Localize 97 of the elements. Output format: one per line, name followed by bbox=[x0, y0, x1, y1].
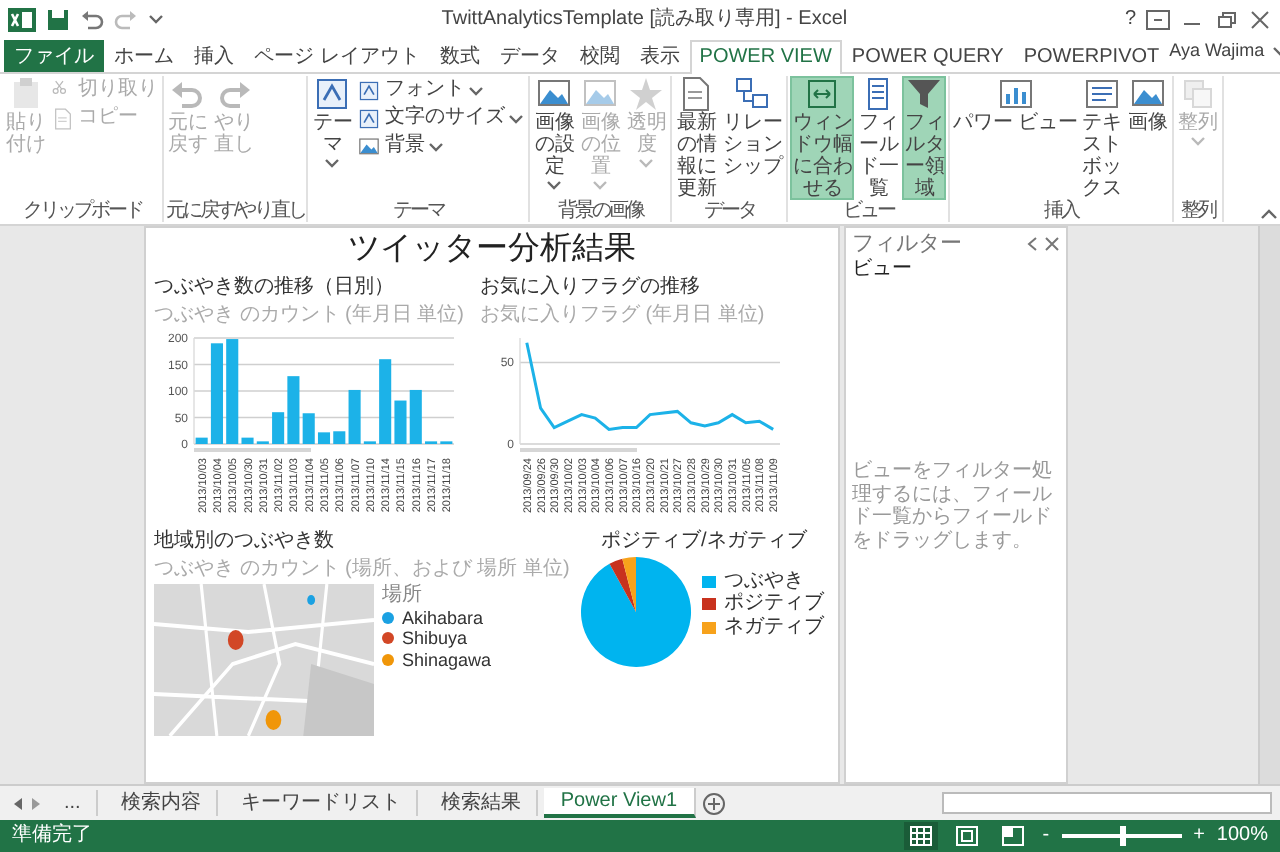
horizontal-scrollbar[interactable] bbox=[942, 792, 1272, 814]
sheet-tab[interactable]: 検索結果 bbox=[424, 789, 539, 817]
ribbon-button[interactable]: 背景 bbox=[356, 132, 527, 160]
chart-title: つぶやき数の推移（日別） bbox=[154, 276, 396, 300]
save-icon[interactable] bbox=[46, 7, 70, 31]
ribbon-tab[interactable]: POWERPIVOT bbox=[1013, 39, 1170, 72]
add-sheet-icon[interactable] bbox=[701, 791, 726, 815]
scroll-left-icon[interactable] bbox=[12, 795, 24, 811]
status-text: 準備完了 bbox=[12, 824, 92, 848]
text-box-icon bbox=[1084, 76, 1121, 112]
chart-title: ポジティブ/ネガティブ bbox=[599, 530, 809, 554]
table-icon bbox=[734, 76, 771, 112]
legend-label: Shibuya bbox=[402, 628, 468, 650]
ribbon-tab[interactable]: 表示 bbox=[629, 39, 690, 72]
group-label: 元に戻す/やり直し bbox=[166, 199, 305, 222]
restore-icon[interactable] bbox=[1214, 9, 1238, 29]
group-label: データ bbox=[702, 200, 758, 223]
chart-subtitle: つぶやき のカウント (年月日 単位) bbox=[154, 303, 464, 327]
legend-label: Akihabara bbox=[402, 607, 484, 629]
ribbon-tab[interactable]: ホーム bbox=[104, 39, 184, 72]
page-icon bbox=[678, 76, 715, 112]
picture-icon bbox=[582, 76, 619, 112]
ribbon-button[interactable]: テキストボックス bbox=[1080, 76, 1125, 200]
ribbon-button[interactable]: 画像の設定 bbox=[532, 76, 577, 192]
ribbon-tab[interactable]: 校閲 bbox=[569, 39, 630, 72]
ribbon-tab[interactable]: データ bbox=[489, 39, 570, 72]
ribbon-button[interactable]: フォント bbox=[356, 76, 527, 104]
funnel-icon bbox=[906, 76, 943, 112]
ribbon-button[interactable]: フィルター領域 bbox=[902, 76, 947, 200]
legend-label: つぶやき bbox=[723, 569, 804, 592]
group-label: 挿入 bbox=[1042, 200, 1082, 223]
zoom-out-button[interactable]: - bbox=[1042, 824, 1050, 848]
ribbon-button[interactable]: 最新の情報に更新 bbox=[674, 76, 719, 200]
chart-icon bbox=[997, 76, 1034, 112]
help-button[interactable]: ? bbox=[1124, 7, 1136, 31]
more-sheets[interactable]: ... bbox=[48, 789, 99, 817]
ribbon-tab[interactable]: 挿入 bbox=[184, 39, 244, 72]
filter-pane-title: フィルター bbox=[852, 232, 964, 258]
collapse-ribbon-icon[interactable] bbox=[1260, 208, 1278, 222]
spreadsheet-logo-icon bbox=[8, 5, 36, 33]
account-name[interactable]: Aya Wajima bbox=[1169, 39, 1265, 61]
page-icon bbox=[52, 107, 74, 129]
group-label: ビュー bbox=[841, 200, 898, 223]
clipboard-icon bbox=[8, 76, 44, 112]
collapse-icon[interactable] bbox=[1026, 236, 1038, 253]
ribbon-tab[interactable]: 数式 bbox=[429, 39, 490, 72]
sheet-tab[interactable]: 検索内容 bbox=[104, 789, 219, 817]
ribbon-button[interactable]: ウィンドウ幅に合わせる bbox=[790, 76, 855, 200]
ribbon-tab[interactable]: ファイル bbox=[4, 39, 104, 72]
group-label: 整列 bbox=[1179, 199, 1219, 222]
close-icon[interactable] bbox=[1044, 236, 1060, 253]
chart-subtitle: お気に入りフラグ (年月日 単位) bbox=[480, 303, 767, 327]
ribbon-button[interactable]: パワー ビュー bbox=[952, 76, 1079, 134]
picture-icon bbox=[358, 135, 381, 157]
undo-icon[interactable] bbox=[80, 7, 104, 31]
fit-window-icon bbox=[804, 76, 841, 112]
sheet-tab[interactable]: Power View1 bbox=[544, 787, 696, 819]
legend-title: 場所 bbox=[382, 584, 424, 608]
report-title: ツイッター分析結果 bbox=[346, 232, 638, 269]
ribbon-button[interactable]: テーマ bbox=[310, 76, 355, 170]
filter-hint: ビューをフィルター処理するには、フィールド一覧からフィールドをドラッグします。 bbox=[852, 460, 1054, 553]
map-title: 地域別のつぶやき数 bbox=[154, 530, 336, 554]
group-label: テーマ bbox=[391, 199, 447, 222]
window-title: TwittAnalyticsTemplate [読み取り専用] - Excel bbox=[439, 7, 850, 31]
ribbon-button[interactable]: リレーションシップ bbox=[720, 76, 785, 178]
ribbon-button[interactable]: フィールド一覧 bbox=[856, 76, 901, 200]
legend-label: Shinagawa bbox=[402, 649, 492, 670]
picture-icon bbox=[1130, 76, 1167, 112]
redo-arrow-icon bbox=[216, 76, 252, 112]
normal-view-icon[interactable] bbox=[910, 825, 933, 846]
ribbon-tab[interactable]: ページ レイアウト bbox=[244, 39, 430, 72]
map-subtitle: つぶやき のカウント (場所、および 場所 単位) bbox=[154, 557, 570, 581]
zoom-in-button[interactable]: + bbox=[1193, 824, 1205, 848]
close-icon[interactable] bbox=[1248, 9, 1272, 29]
undo-arrow-icon bbox=[170, 76, 206, 112]
picture-icon bbox=[536, 76, 573, 112]
zoom-slider-thumb[interactable] bbox=[1119, 826, 1126, 846]
ribbon-button[interactable]: 文字のサイズ bbox=[356, 104, 527, 132]
square-icon bbox=[358, 79, 381, 101]
group-label: クリップボード bbox=[20, 199, 144, 222]
chart-title: お気に入りフラグの推移 bbox=[480, 276, 702, 300]
ribbon-tab[interactable]: POWER QUERY bbox=[841, 39, 1014, 72]
square-icon bbox=[314, 76, 351, 112]
stacked-pages-icon bbox=[1180, 76, 1217, 112]
zoom-level: 100% bbox=[1216, 824, 1268, 848]
group-label: 背景の画像 bbox=[556, 199, 647, 222]
sheet-tab[interactable]: キーワードリスト bbox=[224, 789, 419, 817]
legend-label: ネガティブ bbox=[723, 615, 824, 639]
vertical-scrollbar[interactable] bbox=[1258, 226, 1280, 784]
page-layout-view-icon[interactable] bbox=[956, 825, 979, 846]
ribbon-display-icon[interactable] bbox=[1146, 9, 1170, 29]
star-icon bbox=[628, 76, 665, 112]
filter-tab[interactable]: ビュー bbox=[852, 257, 1060, 281]
legend-label: ポジティブ bbox=[723, 592, 824, 615]
square-icon bbox=[358, 107, 381, 129]
page-break-view-icon[interactable] bbox=[1002, 825, 1025, 846]
ribbon-button[interactable]: 画像 bbox=[1126, 76, 1171, 134]
